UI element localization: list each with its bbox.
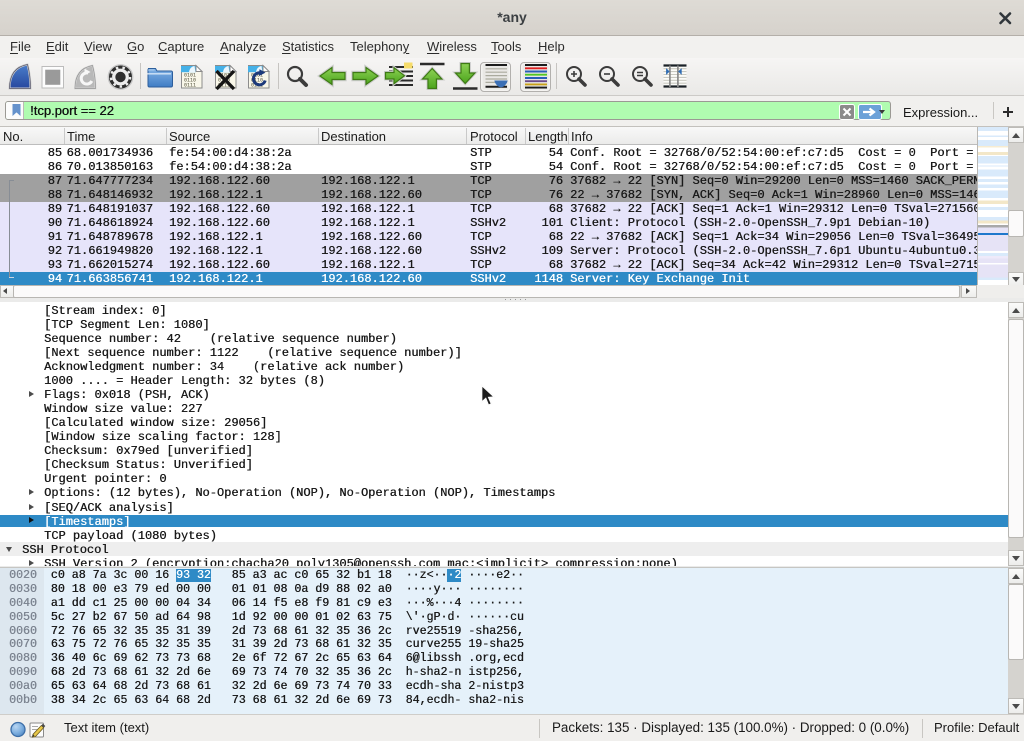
svg-text:0111: 0111: [184, 83, 196, 89]
